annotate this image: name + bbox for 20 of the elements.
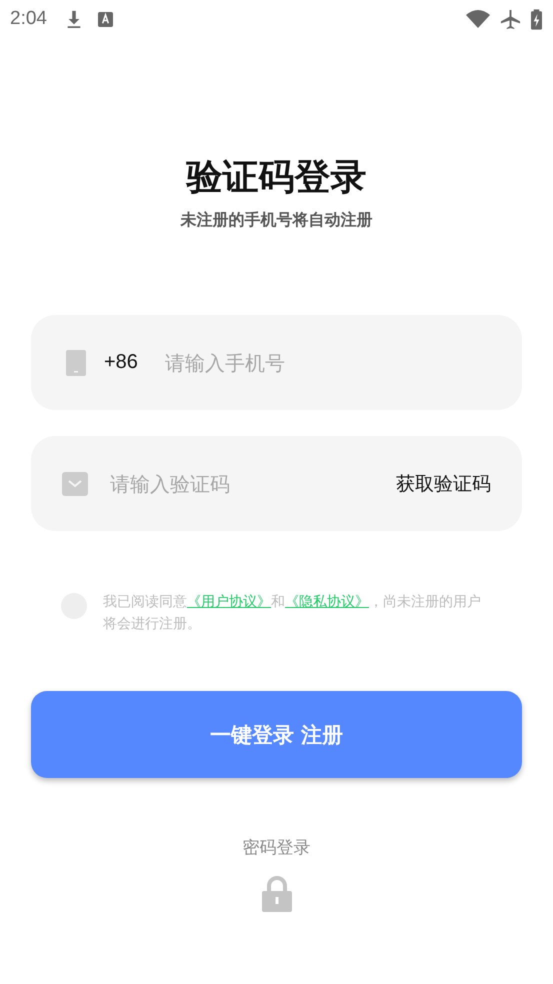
download-icon bbox=[64, 9, 83, 29]
phone-icon bbox=[66, 350, 86, 376]
code-input-field[interactable]: 请输入验证码 bbox=[108, 470, 396, 496]
agreement-text: 我已阅读同意《用户协议》和《隐私协议》，尚未注册的用户将会进行注册。 bbox=[103, 593, 482, 634]
country-code[interactable]: +86 bbox=[104, 351, 138, 374]
keyboard-icon bbox=[98, 12, 113, 26]
page-title: 验证码登录 bbox=[186, 156, 366, 200]
airplane-icon bbox=[500, 8, 521, 30]
status-time: 2:04 bbox=[10, 8, 47, 30]
wifi-icon bbox=[466, 9, 490, 29]
get-code-button[interactable]: 获取验证码 bbox=[396, 470, 491, 496]
login-button[interactable]: 一键登录 注册 bbox=[31, 691, 522, 778]
agreement-link[interactable]: 《隐私协议》 bbox=[285, 594, 369, 610]
phone-field[interactable]: +86 请输入手机号 bbox=[31, 315, 522, 410]
agreement-link[interactable]: 《用户协议》 bbox=[187, 594, 271, 610]
mail-icon bbox=[62, 472, 88, 496]
battery-charging-icon bbox=[531, 8, 542, 30]
subtitle: 未注册的手机号将自动注册 bbox=[180, 210, 372, 231]
lock-icon bbox=[262, 876, 292, 912]
password-login-link[interactable]: 密码登录 bbox=[242, 836, 310, 859]
